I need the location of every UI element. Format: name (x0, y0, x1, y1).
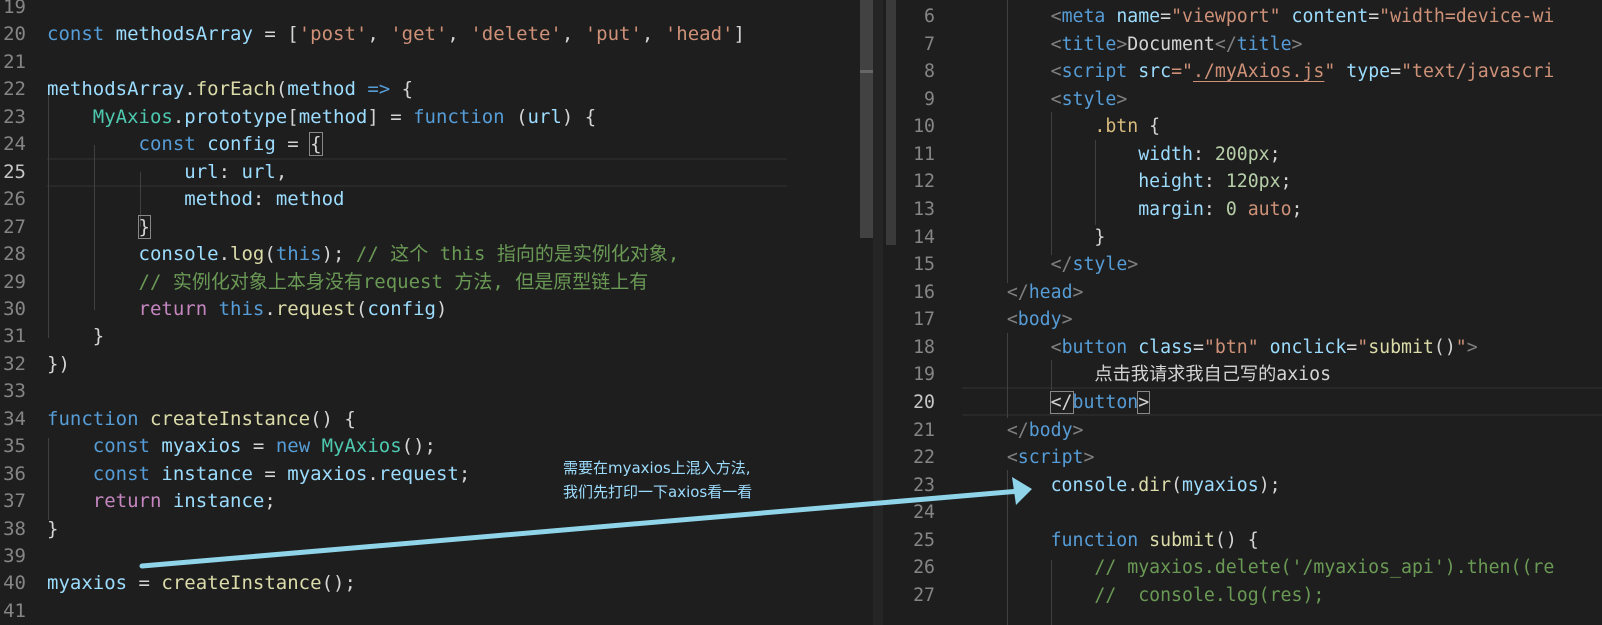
annotation-line-1: 需要在myaxios上混入方法, (563, 459, 751, 477)
annotation-arrow (139, 477, 1032, 569)
annotation-line-2: 我们先打印一下axios看一看 (563, 483, 753, 501)
arrow-head (1012, 477, 1032, 505)
annotation-note: 需要在myaxios上混入方法, 我们先打印一下axios看一看 (563, 456, 752, 504)
